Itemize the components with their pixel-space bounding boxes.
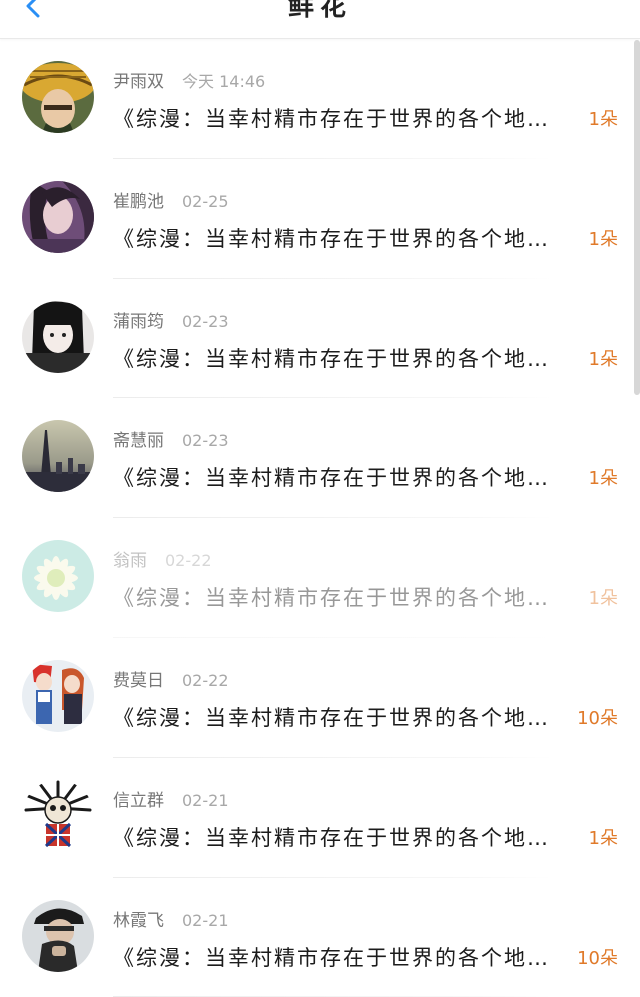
sent-time: 02-23 — [182, 311, 229, 331]
user-avatar[interactable] — [22, 180, 94, 253]
sender-line: 信立群 02-21 — [113, 786, 229, 811]
sender-line: 尹雨双 今天 14:46 — [113, 67, 265, 92]
sender-line: 崔鹏池 02-25 — [113, 187, 229, 212]
sender-line: 斋慧丽 02-23 — [113, 426, 229, 451]
flower-count: 10朵 — [577, 707, 618, 729]
flower-list: 尹雨双 今天 14:46 《综漫：当幸村精市存在于世界的各个地… 1朵 崔鹏池 02… — [0, 39, 640, 997]
sender-name: 信立群 — [113, 790, 164, 811]
sent-time: 02-23 — [182, 431, 229, 451]
list-item[interactable]: 费莫日 02-22 《综漫：当幸村精市存在于世界的各个地… 10朵 — [0, 638, 640, 758]
sender-name: 斋慧丽 — [113, 431, 164, 452]
sent-time: 今天 14:46 — [182, 72, 266, 91]
flower-count: 1朵 — [588, 228, 618, 250]
book-title: 《综漫：当幸村精市存在于世界的各个地… — [113, 107, 550, 131]
book-title: 《综漫：当幸村精市存在于世界的各个地… — [113, 825, 550, 850]
book-title: 《综漫：当幸村精市存在于世界的各个地… — [113, 346, 550, 371]
sender-line: 费莫日 02-22 — [113, 666, 229, 691]
flower-count: 1朵 — [588, 588, 618, 610]
flower-count: 1朵 — [588, 827, 618, 849]
sender-name: 尹雨双 — [113, 72, 164, 92]
flower-count: 1朵 — [588, 468, 618, 490]
list-item[interactable]: 崔鹏池 02-25 《综漫：当幸村精市存在于世界的各个地… 1朵 — [0, 159, 640, 279]
list-item[interactable]: 蒲雨筠 02-23 《综漫：当幸村精市存在于世界的各个地… 1朵 — [0, 279, 640, 399]
flower-count: 1朵 — [588, 348, 618, 370]
book-title: 《综漫：当幸村精市存在于世界的各个地… — [113, 466, 550, 491]
sent-time: 02-21 — [182, 790, 229, 810]
page-title: 鲜花 — [287, 0, 352, 22]
user-avatar[interactable] — [22, 61, 94, 133]
sent-time: 02-21 — [182, 910, 229, 930]
user-avatar[interactable] — [22, 659, 94, 732]
sender-line: 蒲雨筠 02-23 — [113, 307, 229, 332]
sender-name: 翁雨 — [113, 551, 147, 572]
sent-time: 02-25 — [182, 191, 229, 211]
user-avatar[interactable] — [22, 779, 94, 852]
sent-time: 02-22 — [165, 551, 212, 571]
top-bar: 鲜花 — [0, 0, 640, 39]
list-item[interactable]: 翁雨 02-22 《综漫：当幸村精市存在于世界的各个地… 1朵 — [0, 518, 640, 638]
sender-name: 林霞飞 — [113, 910, 164, 931]
scrollbar[interactable] — [634, 40, 640, 395]
flower-count: 1朵 — [588, 109, 618, 130]
sender-line: 翁雨 02-22 — [113, 546, 212, 571]
list-item[interactable]: 斋慧丽 02-23 《综漫：当幸村精市存在于世界的各个地… 1朵 — [0, 398, 640, 519]
sender-name: 崔鹏池 — [113, 191, 164, 212]
user-avatar[interactable] — [22, 899, 94, 972]
sent-time: 02-22 — [182, 670, 229, 690]
sender-name: 蒲雨筠 — [113, 311, 164, 332]
user-avatar[interactable] — [22, 300, 94, 373]
sender-line: 林霞飞 02-21 — [113, 906, 229, 931]
book-title: 《综漫：当幸村精市存在于世界的各个地… — [113, 226, 550, 251]
book-title: 《综漫：当幸村精市存在于世界的各个地… — [113, 705, 550, 730]
list-item[interactable]: 林霞飞 02-21 《综漫：当幸村精市存在于世界的各个地… 10朵 — [0, 878, 640, 997]
user-avatar[interactable] — [22, 420, 94, 493]
sender-name: 费莫日 — [113, 670, 164, 691]
list-item[interactable]: 尹雨双 今天 14:46 《综漫：当幸村精市存在于世界的各个地… 1朵 — [0, 39, 640, 159]
user-avatar[interactable] — [22, 540, 94, 613]
book-title: 《综漫：当幸村精市存在于世界的各个地… — [113, 586, 550, 611]
book-title: 《综漫：当幸村精市存在于世界的各个地… — [113, 945, 550, 970]
list-item[interactable]: 信立群 02-21 《综漫：当幸村精市存在于世界的各个地… 1朵 — [0, 758, 640, 878]
flower-count: 10朵 — [577, 947, 618, 969]
